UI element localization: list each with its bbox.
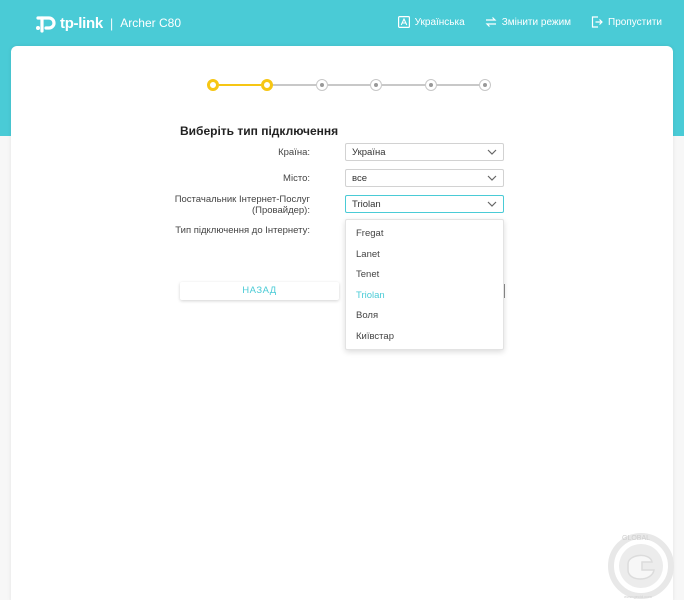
progress-stepper xyxy=(207,79,491,91)
change-mode-button[interactable]: Змінити режим xyxy=(485,16,571,28)
brand-separator: | xyxy=(109,15,114,31)
language-button[interactable]: Українська xyxy=(397,16,465,28)
isp-value: Triolan xyxy=(352,198,381,210)
isp-select[interactable]: Triolan xyxy=(345,195,504,213)
watermark-site: www.gecid.com xyxy=(624,594,652,599)
isp-option[interactable]: Lanet xyxy=(346,245,503,266)
chevron-up-icon xyxy=(487,201,497,207)
change-mode-label: Змінити режим xyxy=(501,16,572,28)
skip-button[interactable]: Пропустити xyxy=(591,16,662,28)
step-dot xyxy=(315,79,328,91)
connection-type-label: Тип підключення до Інтернету: xyxy=(175,225,310,236)
exit-icon xyxy=(591,16,603,28)
setup-card: Виберіть тип підключення Країна: Україна… xyxy=(11,46,673,600)
skip-label: Пропустити xyxy=(608,16,662,28)
brand-name: tp-link xyxy=(60,14,103,32)
isp-label: Постачальник Інтернет-Послуг (Провайдер)… xyxy=(175,194,310,216)
language-label: Українська xyxy=(414,16,465,28)
page-title: Виберіть тип підключення xyxy=(180,124,339,138)
step-connector xyxy=(327,84,371,86)
city-value: все xyxy=(352,172,367,184)
step-dot xyxy=(207,79,219,91)
country-label: Країна: xyxy=(278,147,310,158)
city-label: Місто: xyxy=(283,173,310,184)
isp-option[interactable]: Fregat xyxy=(346,224,503,245)
tplink-logo-icon xyxy=(36,16,56,33)
step-connector xyxy=(382,84,425,86)
isp-label-line1: Постачальник Інтернет-Послуг xyxy=(174,194,310,205)
step-connector xyxy=(273,84,316,86)
country-select[interactable]: Україна xyxy=(345,143,504,161)
city-select[interactable]: все xyxy=(345,169,504,187)
gecid-watermark: GLOBAL www.gecid.com xyxy=(608,533,674,599)
swap-arrows-icon xyxy=(485,17,497,27)
step-dot xyxy=(261,79,274,91)
step-connector xyxy=(219,84,262,86)
step-dot xyxy=(370,79,383,91)
step-dot xyxy=(479,79,491,91)
chevron-down-icon xyxy=(487,175,497,181)
isp-option[interactable]: Київстар xyxy=(346,327,503,348)
model-name: Archer C80 xyxy=(120,16,181,30)
isp-option[interactable]: Воля xyxy=(346,306,503,327)
isp-label-line2: (Провайдер): xyxy=(251,205,310,216)
tplink-logo: tp-link | Archer C80 xyxy=(34,12,181,34)
chevron-down-icon xyxy=(487,149,497,155)
isp-dropdown-list: Fregat Lanet Tenet Triolan Воля Київстар xyxy=(345,219,504,350)
isp-option[interactable]: Triolan xyxy=(346,286,503,307)
isp-option[interactable]: Tenet xyxy=(346,265,503,286)
step-connector xyxy=(436,84,479,86)
watermark-title: GLOBAL xyxy=(622,535,650,542)
country-value: Україна xyxy=(352,146,386,158)
header-actions: Українська Змінити режим Пропустити xyxy=(397,16,662,28)
step-dot xyxy=(424,79,437,91)
language-icon xyxy=(397,16,410,28)
back-button[interactable]: НАЗАД xyxy=(180,282,339,300)
